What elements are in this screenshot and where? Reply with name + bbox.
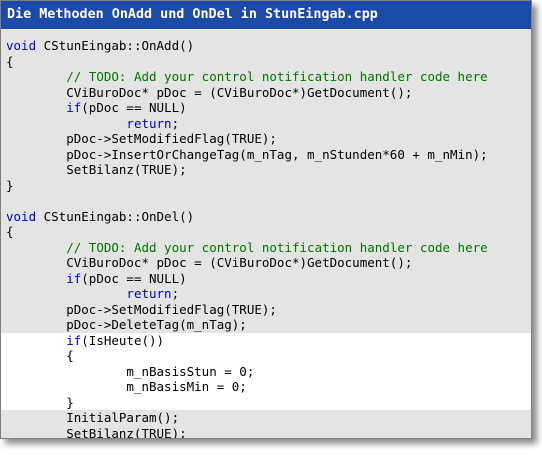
highlighted-code-line: m_nBasisStun = 0; bbox=[1, 363, 531, 379]
code-line: pDoc->InsertOrChangeTag(m_nTag, m_nStund… bbox=[1, 147, 531, 163]
code-line: { bbox=[1, 54, 531, 70]
code-text: ; bbox=[171, 286, 180, 301]
code-keyword: return bbox=[126, 115, 172, 131]
code-text: { bbox=[6, 348, 74, 363]
code-text: { bbox=[6, 53, 14, 69]
code-line: SetBilanz(TRUE); bbox=[1, 162, 531, 178]
code-line: // TODO: Add your control notification h… bbox=[1, 69, 531, 85]
code-line: CViBuroDoc* pDoc = (CViBuroDoc*)GetDocum… bbox=[1, 255, 531, 271]
code-text: pDoc->SetModifiedFlag(TRUE); bbox=[6, 131, 277, 146]
code-line: { bbox=[1, 224, 531, 240]
code-text: CViBuroDoc* pDoc = (CViBuroDoc*)GetDocum… bbox=[6, 255, 413, 270]
code-line: return; bbox=[1, 286, 531, 302]
code-text: (pDoc == NULL) bbox=[81, 270, 187, 286]
code-line: void CStunEingab::OnDel() bbox=[1, 209, 531, 225]
code-keyword: void bbox=[6, 38, 37, 53]
code-comment: // TODO: Add your control notification h… bbox=[66, 239, 488, 255]
code-listing-window: Die Methoden OnAdd und OnDel in StunEing… bbox=[0, 0, 532, 439]
code-line: CViBuroDoc* pDoc = (CViBuroDoc*)GetDocum… bbox=[1, 85, 531, 101]
code-text: CViBuroDoc* pDoc = (CViBuroDoc*)GetDocum… bbox=[6, 84, 413, 100]
code-text: } bbox=[6, 177, 14, 193]
code-text: m_nBasisMin = 0; bbox=[6, 379, 247, 394]
highlighted-code-line: m_nBasisMin = 0; bbox=[1, 379, 531, 395]
code-line: InitialParam(); bbox=[1, 410, 531, 426]
code-text: (pDoc == NULL) bbox=[81, 100, 187, 115]
code-keyword: void bbox=[6, 208, 37, 224]
code-line: // TODO: Add your control notification h… bbox=[1, 240, 531, 256]
code-comment: // TODO: Add your control notification h… bbox=[66, 69, 488, 84]
code-text: CStunEingab::OnDel() bbox=[36, 208, 195, 224]
code-text: SetBilanz(TRUE); bbox=[6, 162, 187, 177]
code-line: pDoc->SetModifiedFlag(TRUE); bbox=[1, 131, 531, 147]
code-line: return; bbox=[1, 116, 531, 132]
code-text: CStunEingab::OnAdd() bbox=[36, 38, 195, 53]
highlighted-code-line: } bbox=[1, 394, 531, 410]
code-text: m_nBasisStun = 0; bbox=[6, 363, 255, 379]
code-line: if(pDoc == NULL) bbox=[1, 271, 531, 287]
code-line: pDoc->SetModifiedFlag(TRUE); bbox=[1, 302, 531, 318]
code-block: void CStunEingab::OnAdd(){ // TODO: Add … bbox=[1, 29, 531, 438]
code-text: pDoc->DeleteTag(m_nTag); bbox=[6, 317, 247, 332]
code-line: if(pDoc == NULL) bbox=[1, 100, 531, 116]
code-keyword: if bbox=[66, 100, 82, 115]
code-text: SetBilanz(TRUE); bbox=[6, 425, 187, 439]
code-line: } bbox=[1, 178, 531, 194]
code-text: pDoc->InsertOrChangeTag(m_nTag, m_nStund… bbox=[6, 146, 488, 162]
code-line: SetBilanz(TRUE); bbox=[1, 425, 531, 439]
highlighted-code-line: { bbox=[1, 348, 531, 364]
code-text: { bbox=[6, 224, 14, 239]
code-keyword: if bbox=[66, 270, 82, 286]
code-text: pDoc->SetModifiedFlag(TRUE); bbox=[6, 301, 277, 317]
code-text: InitialParam(); bbox=[6, 410, 180, 425]
code-text: } bbox=[6, 394, 74, 410]
code-keyword: if bbox=[66, 332, 82, 348]
code-text: ; bbox=[171, 115, 180, 131]
code-keyword: return bbox=[126, 286, 172, 301]
code-line: pDoc->DeleteTag(m_nTag); bbox=[1, 317, 531, 333]
code-line: void CStunEingab::OnAdd() bbox=[1, 38, 531, 54]
listing-title: Die Methoden OnAdd und OnDel in StunEing… bbox=[1, 1, 531, 29]
code-text: (IsHeute()) bbox=[81, 332, 165, 348]
highlighted-code-line: if(IsHeute()) bbox=[1, 332, 531, 348]
